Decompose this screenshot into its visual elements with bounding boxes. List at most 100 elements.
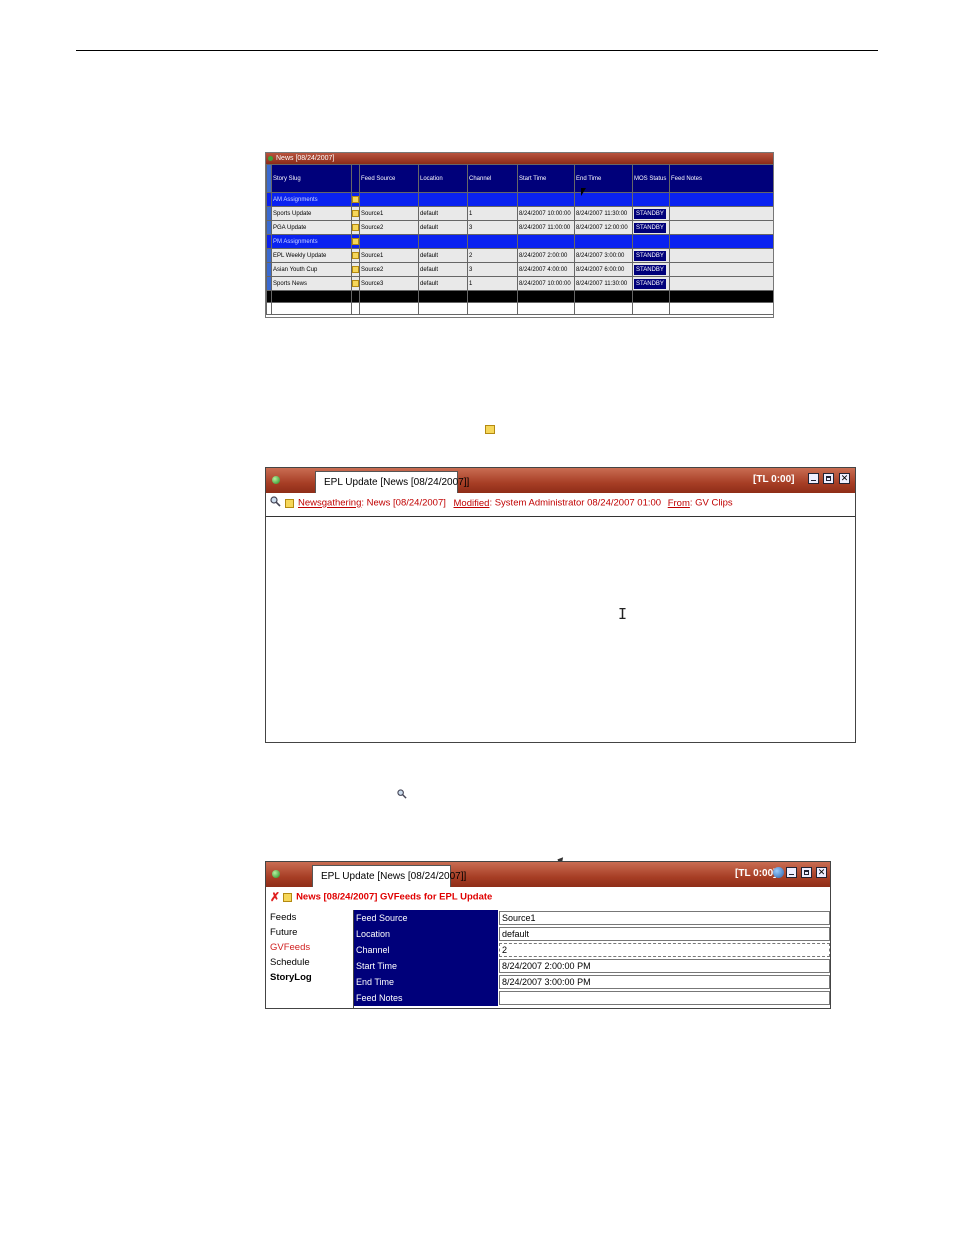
- newsgathering-link[interactable]: Newsgathering: [298, 498, 361, 509]
- note-icon[interactable]: [352, 209, 359, 217]
- end-time-cell[interactable]: 8/24/2007 11:30:00: [574, 206, 633, 221]
- channel-cell[interactable]: 3: [467, 220, 518, 235]
- table-row[interactable]: PGA Update Source2 default 3 8/24/2007 1…: [266, 220, 773, 235]
- mos-status-cell[interactable]: STANDBY: [632, 276, 670, 291]
- channel-field[interactable]: 2: [499, 943, 830, 957]
- table-row-empty[interactable]: [266, 302, 773, 315]
- note-icon[interactable]: [285, 498, 294, 508]
- col-header-feed-source[interactable]: Feed Source: [359, 164, 419, 193]
- col-header-channel[interactable]: Channel: [467, 164, 518, 193]
- end-time-cell[interactable]: 8/24/2007 11:30:00: [574, 276, 633, 291]
- location-field[interactable]: default: [499, 927, 830, 941]
- note-icon[interactable]: [352, 265, 359, 273]
- mos-status-cell[interactable]: STANDBY: [632, 262, 670, 277]
- mos-status-cell[interactable]: STANDBY: [632, 220, 670, 235]
- table-row[interactable]: Asian Youth Cup Source2 default 3 8/24/2…: [266, 262, 773, 277]
- story-slug-cell[interactable]: EPL Weekly Update: [271, 248, 352, 263]
- note-cell[interactable]: [351, 192, 360, 207]
- story-slug-cell[interactable]: PGA Update: [271, 220, 352, 235]
- end-time-field[interactable]: 8/24/2007 3:00:00 PM: [499, 975, 830, 989]
- close-button[interactable]: ✕: [839, 473, 850, 484]
- start-time-cell[interactable]: 8/24/2007 4:00:00: [517, 262, 575, 277]
- start-time-field[interactable]: 8/24/2007 2:00:00 PM: [499, 959, 830, 973]
- feed-source-cell[interactable]: Source2: [359, 262, 419, 277]
- nav-item-gvfeeds[interactable]: GVFeeds: [266, 940, 353, 955]
- maximize-button[interactable]: [823, 473, 834, 484]
- feed-source-cell[interactable]: Source1: [359, 206, 419, 221]
- note-cell[interactable]: [351, 206, 360, 221]
- story-tab[interactable]: EPL Update [News [08/24/2007]]: [315, 471, 469, 493]
- start-time-cell[interactable]: 8/24/2007 2:00:00: [517, 248, 575, 263]
- start-time-cell[interactable]: 8/24/2007 10:00:00: [517, 276, 575, 291]
- feed-notes-cell[interactable]: [669, 206, 773, 221]
- from-link[interactable]: From: [668, 498, 690, 509]
- channel-cell[interactable]: 1: [467, 276, 518, 291]
- nav-item-schedule[interactable]: Schedule: [266, 955, 353, 970]
- note-icon[interactable]: [283, 892, 293, 902]
- table-row[interactable]: Sports Update Source1 default 1 8/24/200…: [266, 206, 773, 221]
- globe-icon[interactable]: [773, 867, 784, 878]
- feed-notes-cell[interactable]: [669, 262, 773, 277]
- col-header-story-slug[interactable]: Story Slug: [271, 164, 352, 193]
- story-slug-cell[interactable]: Asian Youth Cup: [271, 262, 352, 277]
- note-icon[interactable]: [352, 237, 359, 245]
- feed-notes-cell[interactable]: [669, 220, 773, 235]
- location-cell[interactable]: default: [418, 262, 468, 277]
- channel-cell[interactable]: 3: [467, 262, 518, 277]
- note-cell[interactable]: [351, 248, 360, 263]
- feed-source-field[interactable]: Source1: [499, 911, 830, 925]
- modified-link[interactable]: Modified: [454, 498, 490, 509]
- location-cell[interactable]: default: [418, 206, 468, 221]
- delete-icon[interactable]: ✗: [270, 890, 280, 904]
- feed-notes-cell[interactable]: [669, 276, 773, 291]
- minimize-button[interactable]: [786, 867, 797, 878]
- end-time-cell[interactable]: 8/24/2007 12:00:00: [574, 220, 633, 235]
- story-slug-cell[interactable]: Sports Update: [271, 206, 352, 221]
- col-header-feed-notes[interactable]: Feed Notes: [669, 164, 773, 193]
- note-cell[interactable]: [351, 276, 360, 291]
- note-icon[interactable]: [352, 279, 359, 287]
- channel-cell[interactable]: 1: [467, 206, 518, 221]
- start-time-cell[interactable]: 8/24/2007 10:00:00: [517, 206, 575, 221]
- nav-item-future[interactable]: Future: [266, 925, 353, 940]
- note-icon[interactable]: [352, 251, 359, 259]
- feed-source-cell[interactable]: Source3: [359, 276, 419, 291]
- nav-item-feeds[interactable]: Feeds: [266, 910, 353, 925]
- location-cell[interactable]: default: [418, 276, 468, 291]
- minimize-button[interactable]: [808, 473, 819, 484]
- feed-source-cell[interactable]: Source2: [359, 220, 419, 235]
- note-icon[interactable]: [352, 195, 359, 203]
- story-slug-cell[interactable]: PM Assignments: [271, 234, 352, 249]
- note-cell[interactable]: [351, 262, 360, 277]
- table-row-group[interactable]: PM Assignments: [266, 234, 773, 249]
- status-light-icon: [272, 476, 280, 484]
- col-header-location[interactable]: Location: [418, 164, 468, 193]
- mos-status-cell[interactable]: STANDBY: [632, 248, 670, 263]
- story-tab[interactable]: EPL Update [News [08/24/2007]]: [312, 865, 466, 887]
- col-header-mos-status[interactable]: MOS Status: [632, 164, 670, 193]
- table-row-group[interactable]: AM Assignments: [266, 192, 773, 207]
- maximize-button[interactable]: [801, 867, 812, 878]
- end-time-cell[interactable]: 8/24/2007 6:00:00: [574, 262, 633, 277]
- magnifier-icon[interactable]: [270, 496, 281, 510]
- feed-notes-cell[interactable]: [669, 248, 773, 263]
- note-icon[interactable]: [352, 223, 359, 231]
- location-cell[interactable]: default: [418, 248, 468, 263]
- note-cell[interactable]: [351, 220, 360, 235]
- close-button[interactable]: ✕: [816, 867, 827, 878]
- location-cell[interactable]: default: [418, 220, 468, 235]
- table-row[interactable]: EPL Weekly Update Source1 default 2 8/24…: [266, 248, 773, 263]
- nav-item-storylog[interactable]: StoryLog: [266, 970, 353, 985]
- feed-notes-field[interactable]: [499, 991, 830, 1005]
- note-cell[interactable]: [351, 234, 360, 249]
- channel-cell[interactable]: 2: [467, 248, 518, 263]
- story-slug-cell[interactable]: AM Assignments: [271, 192, 352, 207]
- feed-source-cell[interactable]: Source1: [359, 248, 419, 263]
- mos-status-cell[interactable]: STANDBY: [632, 206, 670, 221]
- story-text-editor[interactable]: I: [266, 516, 855, 742]
- table-row[interactable]: Sports News Source3 default 1 8/24/2007 …: [266, 276, 773, 291]
- end-time-cell[interactable]: 8/24/2007 3:00:00: [574, 248, 633, 263]
- story-slug-cell[interactable]: Sports News: [271, 276, 352, 291]
- start-time-cell[interactable]: 8/24/2007 11:00:00: [517, 220, 575, 235]
- col-header-start-time[interactable]: Start Time: [517, 164, 575, 193]
